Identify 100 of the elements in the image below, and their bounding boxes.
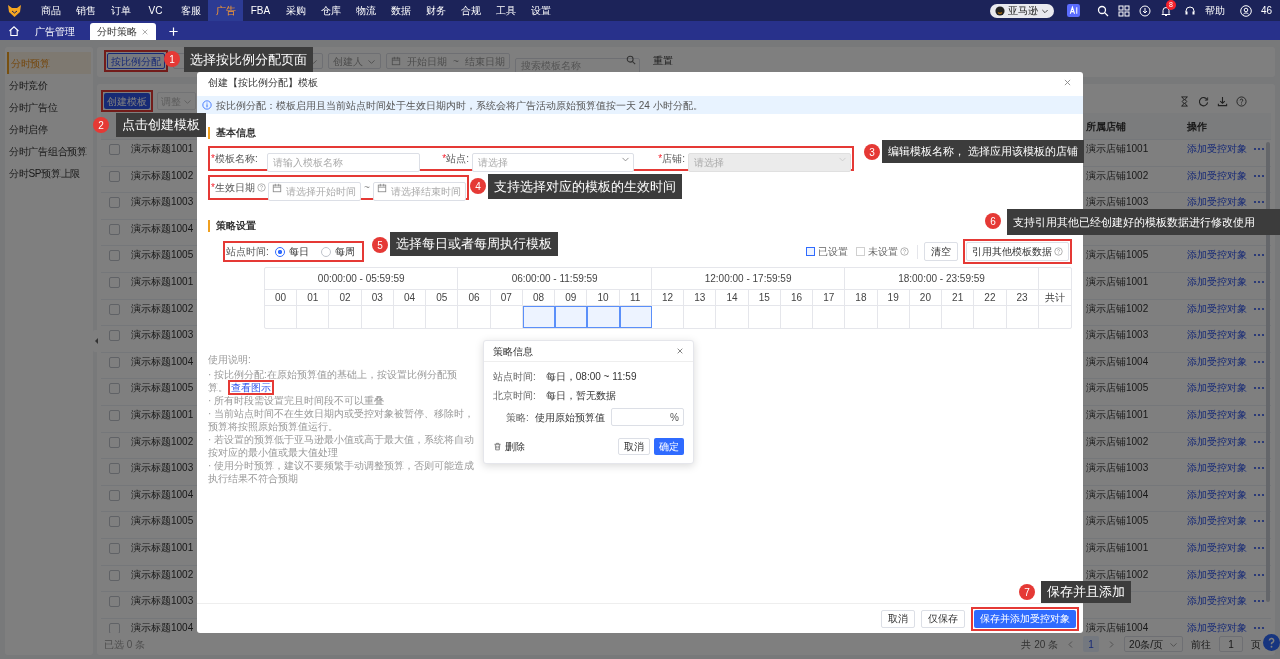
tab-label: 分时策略 <box>97 25 137 39</box>
table-cell-text: 演示店铺1003 <box>1086 329 1150 342</box>
grid-hour-header: 20 <box>909 290 943 306</box>
page-button[interactable]: 1 <box>1083 636 1100 652</box>
nav-menu-item[interactable]: 广告 <box>208 0 243 21</box>
nav-menu-item[interactable]: 数据 <box>383 0 418 21</box>
column-header: 操作 <box>1187 119 1208 134</box>
add-controlled-object-link[interactable]: 添加受控对象 <box>1187 435 1251 448</box>
modal-title: 创建【按比例分配】模板 <box>208 76 318 90</box>
delete-button[interactable]: 删除 <box>493 439 525 454</box>
sidebar-item[interactable]: 分时启停 <box>7 118 91 140</box>
table-cell-text: 演示店铺1003 <box>1086 462 1150 475</box>
table-cell-text: 演示店铺1002 <box>1086 568 1150 581</box>
add-controlled-object-link[interactable]: 添加受控对象 <box>1187 595 1251 608</box>
page-size-select[interactable]: 20条/页 <box>1124 636 1183 652</box>
page-suffix: 页 <box>1251 637 1261 652</box>
sidebar-item[interactable]: 分时广告组合预算 <box>7 140 91 162</box>
radio-label: 每周 <box>334 245 355 259</box>
page-input[interactable]: 1 <box>1219 636 1243 652</box>
add-controlled-object-link[interactable]: 添加受控对象 <box>1187 568 1251 581</box>
save-and-add-button[interactable]: 保存并添加受控对象 <box>974 609 1076 628</box>
range-separator: ~ <box>363 181 371 195</box>
add-controlled-object-link[interactable]: 添加受控对象 <box>1187 408 1251 421</box>
sidebar-item[interactable]: 分时广告位 <box>7 96 91 118</box>
nav-menu-item[interactable]: 商品 <box>33 0 68 21</box>
import-template-button[interactable]: 引用其他模板数据 <box>966 242 1069 261</box>
add-controlled-object-link[interactable]: 添加受控对象 <box>1187 249 1251 262</box>
radio-option[interactable]: 每日 <box>274 244 309 259</box>
add-controlled-object-link[interactable]: 添加受控对象 <box>1187 169 1251 182</box>
confirm-button[interactable]: 确定 <box>654 438 684 455</box>
add-controlled-object-link[interactable]: 添加受控对象 <box>1187 355 1251 368</box>
nav-menu-item[interactable]: 客服 <box>173 0 208 21</box>
help-link[interactable]: 帮助 <box>1204 3 1225 18</box>
sidebar-item[interactable]: 分时竞价 <box>7 74 91 96</box>
legend-label: 已设置 <box>818 245 848 259</box>
table-cell: 演示标题1003 <box>131 462 194 475</box>
unit-label: % <box>670 410 679 425</box>
marketplace-selector[interactable]: 亚马逊 <box>989 3 1054 18</box>
table-cell-text: 演示店铺1001 <box>1086 408 1150 421</box>
cancel-button[interactable]: 取消 <box>881 609 915 628</box>
date-picker-field[interactable]: 请选择结束时间 <box>373 182 466 201</box>
table-cell: 演示标题1005 <box>131 382 194 395</box>
nav-menu-item[interactable]: 财务 <box>418 0 453 21</box>
radio-option[interactable]: 每周 <box>320 244 355 259</box>
step-number-badge: 2 <box>93 117 109 133</box>
add-controlled-object-link[interactable]: 添加受控对象 <box>1187 275 1251 288</box>
info-text: 按比例分配：模板启用且当前站点时间处于生效日期内时，系统会将广告活动原始预算值按一天 24 小时分配。 <box>216 98 703 113</box>
add-controlled-object-link[interactable]: 添加受控对象 <box>1187 488 1251 501</box>
reset-link[interactable]: 重置 <box>652 55 673 67</box>
nav-menu-item[interactable]: FBA <box>243 0 278 21</box>
add-controlled-object-link[interactable]: 添加受控对象 <box>1187 143 1251 155</box>
grid-hour-header: 16 <box>780 290 814 306</box>
add-controlled-object-link[interactable]: 添加受控对象 <box>1187 302 1251 315</box>
page-tab[interactable]: 广告管理 <box>28 23 82 40</box>
add-controlled-object-link[interactable]: 添加受控对象 <box>1187 621 1251 633</box>
add-controlled-object-link[interactable]: 添加受控对象 <box>1187 329 1251 342</box>
add-controlled-object-link[interactable]: 添加受控对象 <box>1187 515 1251 528</box>
sidebar-item[interactable]: 分时SP预算上限 <box>7 162 91 184</box>
grid-group-header: 00:00:00 - 05:59:59 <box>265 268 459 290</box>
page-tab[interactable]: 分时策略 <box>90 23 156 40</box>
grid-group-header: 18:00:00 - 23:59:59 <box>845 268 1039 290</box>
popover-title: 策略信息 <box>493 344 533 359</box>
table-cell-text: 演示店铺1001 <box>1086 541 1150 554</box>
nav-menu-item[interactable]: 采购 <box>278 0 313 21</box>
create-template-button[interactable]: 创建模板 <box>104 93 150 109</box>
field-label: *模板名称: <box>211 152 259 166</box>
table-cell: 演示标题1003 <box>131 329 194 342</box>
select-field[interactable]: 请选择 <box>472 153 634 172</box>
nav-menu-item[interactable]: 销售 <box>68 0 103 21</box>
nav-menu-item[interactable]: 仓库 <box>313 0 348 21</box>
date-picker-field[interactable]: 请选择开始时间 <box>268 182 361 201</box>
table-cell-text: 演示店铺1005 <box>1086 515 1150 528</box>
table-cell: 演示标题1004 <box>131 621 194 633</box>
usage-note: · 使用分时预算，建议不要频繁手动调整预算，否则可能造成执行结果不符合预期 <box>208 459 476 485</box>
add-controlled-object-link[interactable]: 添加受控对象 <box>1187 382 1251 395</box>
input-field[interactable]: 请输入模板名称 <box>267 153 420 172</box>
view-diagram-link[interactable]: 查看图示 <box>228 380 274 395</box>
grid-hour-header: 12 <box>651 290 685 306</box>
save-only-button[interactable]: 仅保存 <box>921 609 965 628</box>
field-label: *生效日期 <box>211 181 256 195</box>
add-controlled-object-link[interactable]: 添加受控对象 <box>1187 196 1251 209</box>
table-cell: 演示标题1005 <box>131 515 194 528</box>
nav-menu-item[interactable]: VC <box>138 0 173 21</box>
nav-menu-item[interactable]: 设置 <box>523 0 558 21</box>
cancel-button[interactable]: 取消 <box>618 438 650 455</box>
add-controlled-object-link[interactable]: 添加受控对象 <box>1187 462 1251 475</box>
percentage-field[interactable]: % <box>610 408 684 426</box>
table-cell-text: 演示店铺1002 <box>1086 169 1150 182</box>
clear-button[interactable]: 清空 <box>924 242 958 261</box>
nav-menu-item[interactable]: 工具 <box>488 0 523 21</box>
nav-menu-item[interactable]: 合规 <box>453 0 488 21</box>
mode-button[interactable]: 按比例分配 <box>107 53 165 69</box>
usage-title: 使用说明: <box>208 353 252 366</box>
nav-menu-item[interactable]: 物流 <box>348 0 383 21</box>
section-title: 策略设置 <box>208 220 256 232</box>
field-label: *店铺: <box>657 152 686 166</box>
table-cell: 演示标题1004 <box>131 488 194 501</box>
nav-menu-item[interactable]: 订单 <box>103 0 138 21</box>
add-controlled-object-link[interactable]: 添加受控对象 <box>1187 541 1251 554</box>
grid-hour-header: 07 <box>490 290 523 306</box>
